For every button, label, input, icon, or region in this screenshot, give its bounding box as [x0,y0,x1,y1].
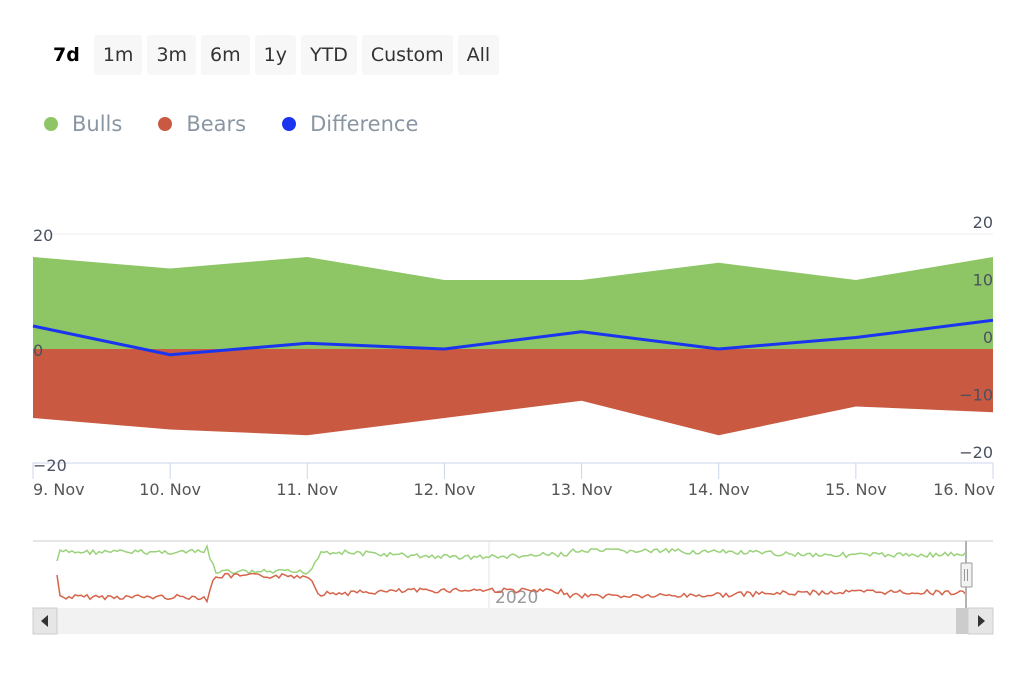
y-right-tick-label: 20 [973,213,993,232]
y-right-tick-label: 10 [973,271,993,290]
y-left-tick-label: −20 [33,456,67,475]
chart-svg: 9. Nov 10. Nov 11. Nov 12. Nov 13. Nov 14. No… [32,213,995,635]
x-tick-label: 16. Nov [933,480,995,499]
x-tick-label: 13. Nov [551,480,613,499]
plot-areas [33,257,993,436]
y-right-tick-label: 0 [983,328,993,347]
y-left-tick-label: 0 [33,341,43,360]
x-tick-label: 9. Nov [33,480,85,499]
scrollbar-thumb[interactable] [956,608,968,634]
x-tick-label: 15. Nov [825,480,887,499]
scrollbar[interactable] [32,607,994,635]
x-tick-label: 10. Nov [139,480,201,499]
x-tick-label: 11. Nov [276,480,338,499]
y-right-tick-label: −20 [959,443,993,462]
bulls-area [33,257,993,349]
navigator-handle[interactable] [960,562,973,588]
bears-area [33,349,993,436]
y-left-tick-label: 20 [33,226,53,245]
x-tick-label: 12. Nov [414,480,476,499]
x-tick-label: 14. Nov [688,480,750,499]
scrollbar-track [33,608,993,634]
y-right-tick-label: −10 [959,386,993,405]
navigator[interactable]: 2020 [33,540,993,612]
